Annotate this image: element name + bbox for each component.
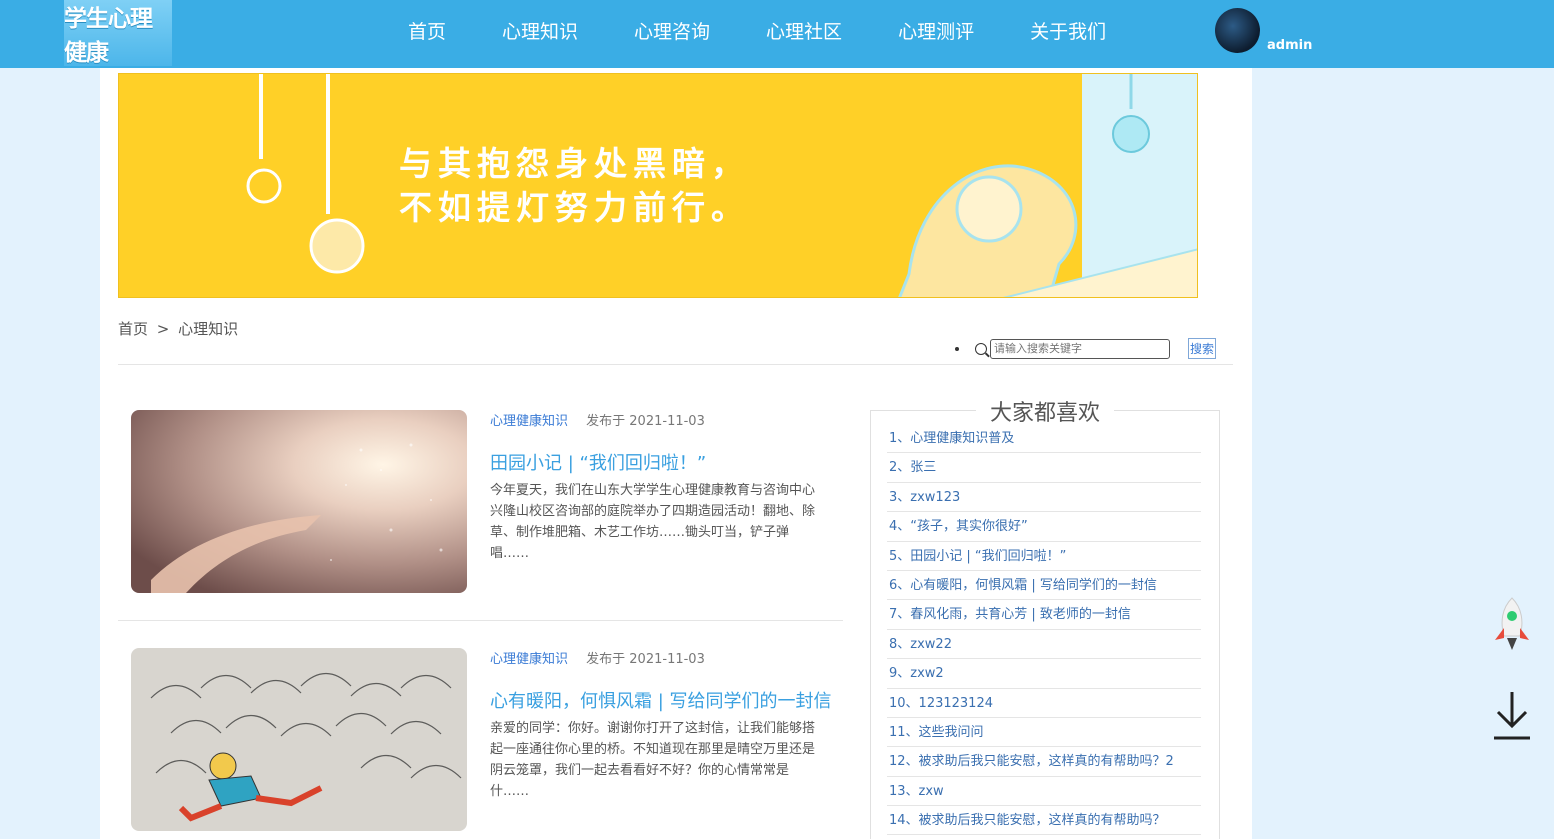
list-item[interactable]: 6、心有暖阳，何惧风霜 | 写给同学们的一封信 (887, 571, 1201, 601)
article-title[interactable]: 心有暖阳，何惧风霜 | 写给同学们的一封信 (490, 687, 832, 713)
divider (118, 364, 1233, 365)
list-item[interactable]: 10、123123124 (887, 689, 1201, 718)
username[interactable]: admin (1267, 38, 1312, 53)
breadcrumb-current: 心理知识 (178, 320, 239, 338)
article-thumbnail[interactable] (131, 410, 467, 593)
list-item[interactable]: 14、被求助后我只能安慰，这样真的有帮助吗？ (887, 806, 1201, 836)
article-meta: 心理健康知识 发布于 2021-11-03 (490, 648, 705, 667)
list-item[interactable]: 2、张三 (887, 453, 1201, 483)
banner-line-2: 不如提灯努力前行。 (399, 188, 750, 227)
article-thumbnail[interactable] (131, 648, 467, 831)
list-item[interactable]: 1、心理健康知识普及 (887, 424, 1201, 454)
nav-community[interactable]: 心理社区 (766, 17, 842, 44)
article-meta: 心理健康知识 发布于 2021-11-03 (490, 410, 705, 429)
list-item[interactable]: 5、田园小记 | “我们回归啦！” (887, 542, 1201, 571)
list-item[interactable]: 8、zxw22 (887, 630, 1201, 660)
breadcrumb: 首页 > 心理知识 (118, 318, 242, 339)
nav-home[interactable]: 首页 (408, 17, 446, 44)
breadcrumb-separator: > (156, 320, 170, 338)
article-date: 发布于 2021-11-03 (586, 414, 705, 429)
list-item[interactable]: 13、zxw (887, 777, 1201, 807)
nav-knowledge[interactable]: 心理知识 (502, 17, 578, 44)
avatar[interactable] (1215, 8, 1260, 53)
search-bar: 搜索 (955, 338, 1217, 359)
article-category[interactable]: 心理健康知识 (490, 652, 568, 667)
top-navbar: 学生心理健康 首页 心理知识 心理咨询 心理社区 心理测评 关于我们 admin (0, 0, 1554, 68)
article-thumbnail-image (151, 443, 443, 593)
banner-slogan: 与其抱怨身处黑暗， 不如提灯努力前行。 (399, 142, 750, 230)
article-category[interactable]: 心理健康知识 (490, 414, 568, 429)
list-item[interactable]: 11、这些我问问 (887, 718, 1201, 748)
list-item[interactable]: 12、被求助后我只能安慰，这样真的有帮助吗？2 (887, 747, 1201, 777)
article-date: 发布于 2021-11-03 (586, 652, 705, 667)
breadcrumb-home[interactable]: 首页 (118, 320, 148, 338)
search-icon (975, 342, 987, 355)
divider (118, 620, 843, 621)
list-item[interactable]: 4、“孩子，其实你很好” (887, 512, 1201, 542)
popular-list: 1、心理健康知识普及 2、张三 3、zxw123 4、“孩子，其实你很好” 5、… (887, 424, 1201, 836)
nav-about[interactable]: 关于我们 (1030, 17, 1106, 44)
list-item[interactable]: 7、春风化雨，共育心芳 | 致老师的一封信 (887, 600, 1201, 630)
logo-text: 学生心理健康 (64, 6, 153, 66)
nav-assessment[interactable]: 心理测评 (898, 17, 974, 44)
search-input[interactable] (990, 338, 1170, 359)
nav-consult[interactable]: 心理咨询 (634, 17, 710, 44)
main-nav: 首页 心理知识 心理咨询 心理社区 心理测评 关于我们 (380, 0, 1134, 60)
article-title[interactable]: 田园小记 | “我们回归啦！” (490, 449, 706, 475)
article-excerpt: 今年夏天，我们在山东大学学生心理健康教育与咨询中心兴隆山校区咨询部的庭院举办了四… (490, 483, 816, 561)
rocket-icon[interactable] (1490, 596, 1534, 654)
sidebar-title: 大家都喜欢 (976, 395, 1115, 427)
article-thumbnail-image (150, 672, 462, 822)
list-item[interactable]: 9、zxw2 (887, 659, 1201, 689)
search-button[interactable]: 搜索 (1188, 338, 1217, 359)
hero-banner: 与其抱怨身处黑暗， 不如提灯努力前行。 (118, 73, 1198, 298)
banner-line-1: 与其抱怨身处黑暗， (399, 144, 750, 183)
download-icon[interactable] (1492, 690, 1532, 742)
list-bullet (955, 346, 959, 351)
list-item[interactable]: 3、zxw123 (887, 483, 1201, 513)
article-excerpt: 亲爱的同学：你好。谢谢你打开了这封信，让我们能够搭起一座通往你心里的桥。不知道现… (490, 721, 816, 799)
site-logo[interactable]: 学生心理健康 (64, 0, 172, 66)
